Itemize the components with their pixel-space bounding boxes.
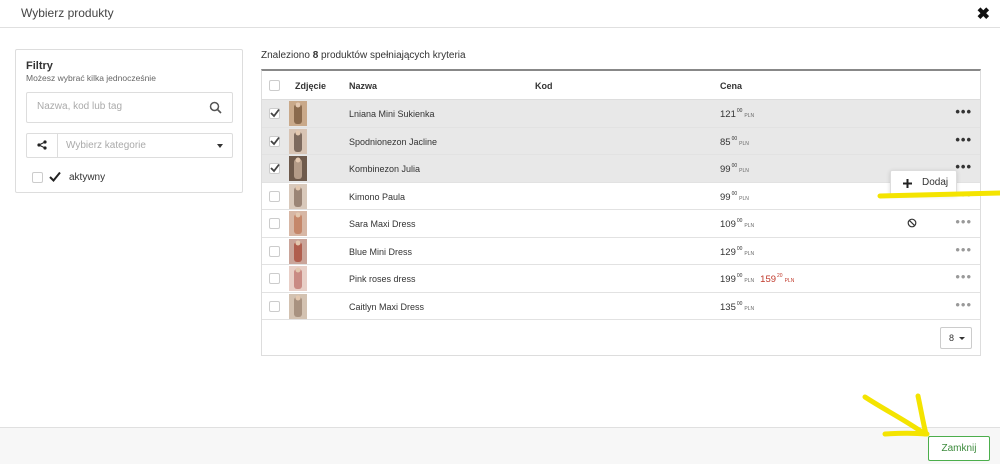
row-checkbox[interactable] bbox=[269, 218, 280, 229]
sale-price: 15920PLN bbox=[760, 273, 795, 285]
product-price: 12900PLN bbox=[720, 245, 755, 258]
table-row[interactable]: Blue Mini Dress 12900PLN ••• bbox=[262, 238, 980, 265]
product-name: Spodnionezon Jacline bbox=[349, 136, 438, 147]
filters-title: Filtry bbox=[26, 60, 53, 72]
product-thumbnail bbox=[289, 128, 307, 154]
product-name: Sara Maxi Dress bbox=[349, 219, 416, 229]
product-name: Caitlyn Maxi Dress bbox=[349, 301, 425, 312]
modal-title: Wybierz produkty bbox=[21, 6, 114, 20]
table-row[interactable]: Spodnionezon Jacline 8500PLN ••• bbox=[262, 127, 980, 155]
product-thumbnail bbox=[289, 211, 307, 236]
select-all-checkbox[interactable] bbox=[269, 80, 280, 91]
product-price: 9900PLN bbox=[720, 190, 749, 203]
check-icon bbox=[49, 171, 61, 182]
column-photo: Zdjęcie bbox=[295, 81, 327, 91]
table-row[interactable]: Pink roses dress 19900PLN 15920PLN ••• bbox=[262, 265, 980, 293]
product-name: Kimono Paula bbox=[349, 191, 406, 202]
product-name: Blue Mini Dress bbox=[349, 246, 413, 257]
product-thumbnail bbox=[289, 183, 307, 209]
close-button[interactable]: Zamknij bbox=[928, 436, 990, 461]
share-button[interactable] bbox=[27, 134, 58, 157]
share-icon bbox=[37, 140, 47, 150]
modal-header: Wybierz produkty ✖ bbox=[0, 0, 1000, 28]
column-code: Kod bbox=[535, 81, 553, 91]
category-select[interactable]: Wybierz kategorie bbox=[26, 133, 233, 158]
table-row[interactable]: Caitlyn Maxi Dress 13500PLN ••• bbox=[262, 293, 980, 320]
table-row[interactable]: Lniana Mini Sukienka 12100PLN ••• bbox=[262, 100, 980, 128]
product-name: Pink roses dress bbox=[349, 274, 416, 284]
table-header: Zdjęcie Nazwa Kod Cena bbox=[262, 71, 980, 100]
per-page-select[interactable]: 8 bbox=[940, 327, 972, 349]
row-checkbox[interactable] bbox=[269, 190, 280, 202]
more-options-icon[interactable]: ••• bbox=[955, 188, 972, 201]
product-thumbnail bbox=[289, 293, 307, 319]
search-input[interactable] bbox=[37, 101, 197, 112]
product-price: 13500PLN bbox=[720, 300, 755, 313]
more-options-icon[interactable]: ••• bbox=[955, 298, 972, 311]
product-price: 9900PLN bbox=[720, 163, 749, 175]
check-icon bbox=[270, 108, 280, 118]
check-icon bbox=[270, 136, 280, 145]
product-thumbnail bbox=[289, 238, 307, 264]
table-row[interactable]: Sara Maxi Dress 10900PLN ••• bbox=[262, 210, 980, 238]
close-x-icon[interactable]: ✖ bbox=[977, 4, 990, 24]
products-table: Zdjęcie Nazwa Kod Cena Lniana Mini Sukie… bbox=[261, 69, 981, 356]
product-name: Kombinezon Julia bbox=[349, 164, 421, 174]
product-name: Lniana Mini Sukienka bbox=[349, 109, 435, 119]
product-thumbnail bbox=[289, 101, 307, 126]
column-name: Nazwa bbox=[349, 81, 378, 91]
add-button-label: Dodaj bbox=[922, 177, 949, 188]
active-checkbox[interactable] bbox=[32, 172, 43, 183]
product-price: 19900PLN 15920PLN bbox=[720, 273, 795, 285]
chevron-down-icon bbox=[959, 337, 965, 340]
check-icon bbox=[270, 163, 280, 173]
more-options-icon[interactable]: ••• bbox=[955, 215, 972, 228]
column-price: Cena bbox=[720, 81, 743, 91]
table-row[interactable]: Kombinezon Julia 9900PLN ••• bbox=[262, 155, 980, 183]
row-checkbox[interactable] bbox=[269, 300, 280, 312]
filters-panel: Filtry Możesz wybrać kilka jednocześnie … bbox=[15, 49, 243, 193]
chevron-down-icon bbox=[217, 144, 223, 148]
search-box bbox=[26, 92, 233, 123]
table-row[interactable]: Kimono Paula 9900PLN ••• bbox=[262, 183, 980, 210]
more-options-icon[interactable]: ••• bbox=[955, 243, 972, 256]
product-thumbnail bbox=[289, 266, 307, 291]
product-thumbnail bbox=[289, 156, 307, 181]
active-label: aktywny bbox=[69, 172, 106, 183]
more-options-icon[interactable]: ••• bbox=[955, 105, 972, 118]
more-options-icon[interactable]: ••• bbox=[955, 160, 972, 173]
category-placeholder: Wybierz kategorie bbox=[66, 140, 146, 151]
row-checkbox[interactable] bbox=[269, 273, 280, 284]
search-icon[interactable] bbox=[209, 101, 222, 114]
results-count: Znaleziono 8 produktów spełniających kry… bbox=[261, 50, 466, 61]
product-price: 8500PLN bbox=[720, 135, 749, 148]
add-product-popup[interactable]: Dodaj bbox=[890, 170, 957, 195]
filters-subtitle: Możesz wybrać kilka jednocześnie bbox=[26, 73, 156, 83]
more-options-icon[interactable]: ••• bbox=[955, 270, 972, 283]
modal-footer bbox=[0, 427, 1000, 464]
product-price: 10900PLN bbox=[720, 218, 755, 230]
ban-icon bbox=[907, 218, 917, 228]
product-price: 12100PLN bbox=[720, 108, 755, 120]
more-options-icon[interactable]: ••• bbox=[955, 133, 972, 146]
plus-icon bbox=[903, 179, 912, 188]
row-checkbox[interactable] bbox=[269, 245, 280, 257]
